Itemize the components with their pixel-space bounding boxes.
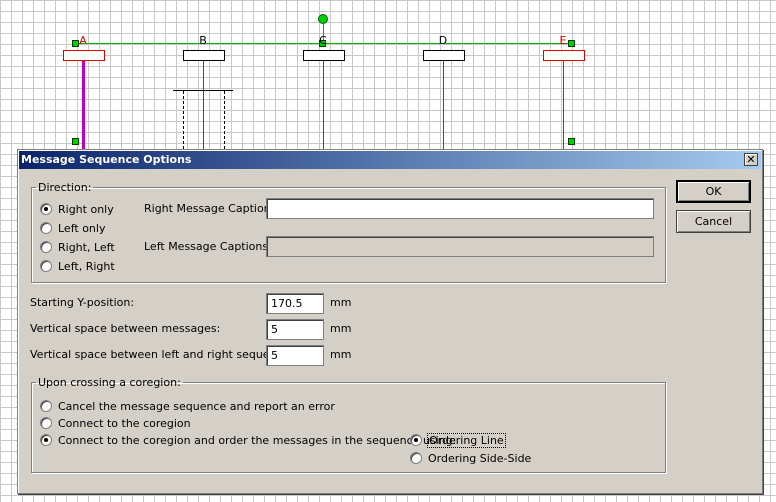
dialog-titlebar[interactable]: Message Sequence Options ✕ xyxy=(19,151,761,169)
lifeline-head-e[interactable] xyxy=(543,50,585,61)
lifeline-label-a: A xyxy=(79,34,87,47)
radio-icon xyxy=(410,452,422,464)
ordering-side-side-label: Ordering Side-Side xyxy=(428,451,532,465)
selection-handle-icon[interactable] xyxy=(72,138,79,145)
selection-handle-icon[interactable] xyxy=(568,138,575,145)
lifeline-head-c[interactable] xyxy=(303,50,345,61)
lifeline-label-c: C xyxy=(319,34,327,47)
vspace-messages-input[interactable] xyxy=(266,319,324,340)
vspace-messages-unit: mm xyxy=(330,322,352,335)
right-captions-input[interactable] xyxy=(266,198,654,219)
left-captions-input[interactable] xyxy=(266,236,654,257)
radio-icon xyxy=(40,400,52,412)
close-icon[interactable]: ✕ xyxy=(744,153,758,166)
starting-y-label: Starting Y-position: xyxy=(30,296,135,309)
lifeline-label-e: E xyxy=(559,34,567,47)
lifeline-d[interactable] xyxy=(443,61,444,149)
lifeline-head-d[interactable] xyxy=(423,50,465,61)
sequence-diagram-canvas[interactable]: A B C D E xyxy=(0,0,776,149)
radio-icon xyxy=(40,222,52,234)
coregion-connect-label: Connect to the coregion xyxy=(58,416,191,430)
vspace-messages-label: Vertical space between messages: xyxy=(30,322,221,335)
coregion-connect-order-radio[interactable]: Connect to the coregion and order the me… xyxy=(40,432,456,448)
direction-right-only-label: Right only xyxy=(58,202,114,216)
direction-right-left-radio[interactable]: Right, Left xyxy=(40,239,115,255)
direction-left-right-label: Left, Right xyxy=(58,259,115,273)
coregion-connect-order-label: Connect to the coregion and order the me… xyxy=(58,433,457,447)
vspace-sequences-input[interactable] xyxy=(266,345,324,366)
vspace-sequences-unit: mm xyxy=(330,348,352,361)
cancel-button[interactable]: Cancel xyxy=(676,210,751,233)
right-captions-label: Right Message Captions: xyxy=(144,202,281,215)
left-captions-label: Left Message Captions: xyxy=(144,240,272,253)
direction-left-right-radio[interactable]: Left, Right xyxy=(40,258,115,274)
lifeline-head-b[interactable] xyxy=(183,50,225,61)
radio-icon xyxy=(40,241,52,253)
coregion-box[interactable] xyxy=(183,91,225,149)
direction-left-only-radio[interactable]: Left only xyxy=(40,220,105,236)
radio-selected-icon xyxy=(40,434,52,446)
direction-left-only-label: Left only xyxy=(58,221,106,235)
lifeline-c[interactable] xyxy=(323,61,324,149)
starting-y-unit: mm xyxy=(330,296,352,309)
lifeline-a[interactable] xyxy=(82,61,85,149)
ordering-line-label: Ordering Line xyxy=(427,432,506,448)
coregion-cancel-radio[interactable]: Cancel the message sequence and report a… xyxy=(40,398,335,414)
direction-right-left-label: Right, Left xyxy=(58,240,115,254)
radio-icon xyxy=(40,417,52,429)
vspace-sequences-label: Vertical space between left and right se… xyxy=(30,348,294,361)
lifeline-label-b: B xyxy=(199,34,207,47)
coregion-cancel-label: Cancel the message sequence and report a… xyxy=(58,399,335,413)
direction-right-only-radio[interactable]: Right only xyxy=(40,201,114,217)
ordering-side-side-radio[interactable]: Ordering Side-Side xyxy=(410,450,531,466)
dialog-title: Message Sequence Options xyxy=(21,153,192,166)
message-sequence-options-dialog: Message Sequence Options ✕ Direction: Ri… xyxy=(17,149,763,494)
ok-button[interactable]: OK xyxy=(676,180,751,203)
direction-group: Direction: xyxy=(31,181,666,283)
radio-selected-icon xyxy=(40,203,52,215)
radio-icon xyxy=(40,260,52,272)
lifeline-head-a[interactable] xyxy=(63,50,105,61)
coregion-connect-radio[interactable]: Connect to the coregion xyxy=(40,415,191,431)
ordering-line-radio[interactable]: Ordering Line xyxy=(410,432,506,448)
lifeline-e[interactable] xyxy=(563,61,564,149)
lifeline-label-d: D xyxy=(438,34,448,47)
starting-y-input[interactable] xyxy=(266,293,324,314)
root-handle-icon[interactable] xyxy=(318,14,328,24)
direction-legend: Direction: xyxy=(38,181,92,194)
radio-selected-icon xyxy=(410,434,422,446)
coregion-legend: Upon crossing a coregion: xyxy=(38,376,181,389)
